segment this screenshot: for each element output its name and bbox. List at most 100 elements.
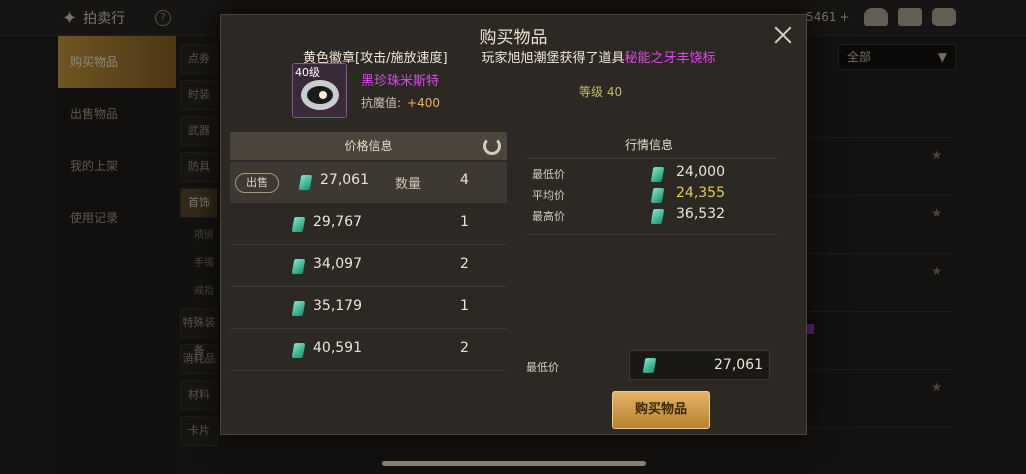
market-row-max: 最高价 36,532 (532, 206, 772, 226)
category-item[interactable]: 材料 (180, 380, 218, 410)
list-item[interactable] (800, 312, 952, 370)
pearl-icon (319, 91, 327, 99)
category-item[interactable]: 特殊装备 (180, 308, 218, 357)
refresh-icon[interactable] (483, 137, 501, 155)
quantity-value: 1 (460, 298, 469, 314)
category-item[interactable]: 时装 (180, 80, 218, 110)
sidebar-item-sell[interactable]: 出售物品 (58, 88, 176, 140)
sidebar: 购买物品 出售物品 我的上架 使用记录 (58, 36, 176, 474)
gem-icon (650, 209, 665, 224)
price-value: 34,097 (313, 256, 362, 272)
price-value: 29,767 (313, 214, 362, 230)
price-row[interactable]: 40,591 2 (230, 330, 507, 371)
category-item[interactable]: 消耗品 (180, 344, 218, 374)
price-row[interactable]: 出售 27,061 数量 4 (230, 162, 507, 203)
category-item[interactable]: 点券 (180, 44, 218, 74)
item-stat: 抗魔值: +400 (361, 94, 440, 111)
quantity-label: 数量 (395, 177, 422, 192)
buy-item-dialog: 购买物品 黄色徽章[攻击/施放速度] 玩家旭旭潮堡获得了道具秘能之牙丰饶标 40级… (220, 14, 807, 435)
home-indicator[interactable] (382, 461, 646, 466)
quantity-value: 2 (460, 256, 469, 272)
category-item-active[interactable]: 首饰 (180, 188, 218, 218)
market-label: 最低价 (532, 168, 565, 181)
divider (526, 234, 778, 235)
item-icon[interactable]: 40级 (292, 63, 347, 118)
back-arrow-icon: ✦ (62, 7, 78, 29)
dialog-title: 购买物品 (479, 28, 548, 48)
close-icon[interactable] (769, 21, 797, 49)
gem-icon (650, 188, 665, 203)
sidebar-item-history[interactable]: 使用记录 (58, 192, 176, 244)
currency-value: 5461 (806, 10, 837, 24)
star-icon[interactable]: ★ (931, 206, 942, 220)
market-row-min: 最低价 24,000 (532, 164, 772, 184)
item-name: 黑珍珠米斯特 (361, 74, 440, 89)
min-price-value: 27,061 (714, 357, 763, 373)
category-item[interactable]: 防具 (180, 152, 218, 182)
gem-icon (642, 358, 657, 373)
market-label: 平均价 (532, 189, 565, 202)
broadcast-notice: 黄色徽章[攻击/施放速度] 玩家旭旭潮堡获得了道具秘能之牙丰饶标 (303, 47, 716, 66)
market-row-avg: 平均价 24,355 (532, 185, 772, 205)
divider (526, 158, 778, 159)
back-label: 拍卖行 (83, 11, 126, 27)
item-stat-label: 抗魔值: (361, 96, 402, 110)
gem-icon (298, 175, 313, 190)
gem-icon (291, 217, 306, 232)
list-item[interactable]: ★ (800, 254, 952, 312)
market-value: 24,355 (676, 185, 725, 201)
gem-icon (650, 167, 665, 182)
gem-icon (291, 259, 306, 274)
quantity-value: 1 (460, 214, 469, 230)
category-nav: 点券 时装 武器 防具 首饰 项链 手镯 戒指 特殊装备 消耗品 材料 卡片 (180, 44, 228, 446)
quantity-value: 4 (460, 172, 469, 188)
buy-button[interactable]: 购买物品 (612, 391, 710, 429)
currency-display: 5461 + (806, 10, 850, 24)
category-item[interactable]: 卡片 (180, 416, 218, 446)
star-icon[interactable]: ★ (931, 148, 942, 162)
item-level-tag: 40级 (295, 66, 320, 79)
quantity-value: 2 (460, 340, 469, 356)
sidebar-item-my-listings[interactable]: 我的上架 (58, 140, 176, 192)
filter-dropdown[interactable]: 全部 ▼ (838, 44, 956, 70)
list-item[interactable]: ★ (800, 370, 952, 428)
listing-list: ★ ★ ★ ★ (800, 80, 952, 428)
market-label: 最高价 (532, 210, 565, 223)
price-row[interactable]: 29,767 1 (230, 204, 507, 245)
back-button[interactable]: ✦ 拍卖行 (62, 6, 142, 30)
list-item[interactable] (800, 80, 952, 138)
market-panel-header: 行情信息 (624, 138, 673, 152)
category-item[interactable]: 武器 (180, 116, 218, 146)
notice-right-text: 玩家旭旭潮堡获得了道具 (481, 51, 625, 66)
price-value: 27,061 (320, 172, 369, 188)
price-panel-header: 价格信息 (230, 132, 507, 160)
list-item[interactable]: ★ (800, 196, 952, 254)
star-icon[interactable]: ★ (931, 380, 942, 394)
sidebar-item-buy[interactable]: 购买物品 (58, 36, 176, 88)
price-row[interactable]: 35,179 1 (230, 288, 507, 329)
min-price-label: 最低价 (526, 361, 559, 374)
gem-icon (291, 343, 306, 358)
item-level: 等级 40 (579, 85, 623, 99)
gem-icon (291, 301, 306, 316)
chat-icon[interactable] (932, 8, 956, 26)
list-item[interactable]: ★ (800, 138, 952, 196)
filter-value: 全部 (847, 50, 872, 64)
question-icon[interactable]: ? (155, 10, 171, 26)
currency-plus-icon[interactable]: + (840, 10, 850, 24)
price-value: 40,591 (313, 340, 362, 356)
price-panel-title: 价格信息 (344, 139, 393, 153)
ring-icon (301, 80, 339, 110)
market-value: 36,532 (676, 206, 725, 222)
price-value: 35,179 (313, 298, 362, 314)
sell-tag: 出售 (235, 173, 279, 193)
min-price-field: 27,061 (629, 350, 770, 380)
price-row[interactable]: 34,097 2 (230, 246, 507, 287)
mail-icon[interactable] (898, 8, 922, 26)
gift-icon[interactable] (864, 8, 888, 26)
notice-item-name: 秘能之牙丰饶标 (624, 51, 716, 66)
chevron-down-icon: ▼ (937, 50, 947, 64)
star-icon[interactable]: ★ (931, 264, 942, 278)
market-value: 24,000 (676, 164, 725, 180)
item-stat-value: +400 (407, 96, 441, 110)
